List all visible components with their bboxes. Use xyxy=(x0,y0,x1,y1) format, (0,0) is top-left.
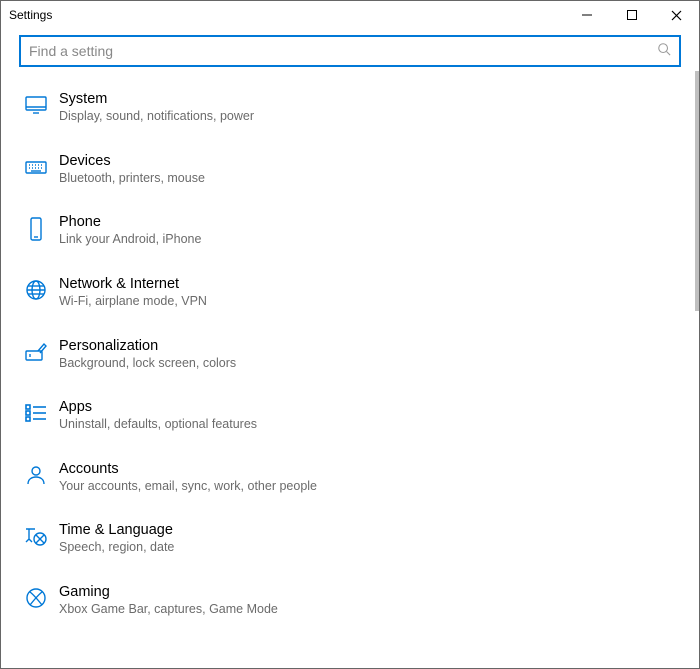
scrollbar[interactable] xyxy=(693,71,699,668)
apps-list-icon xyxy=(19,399,53,425)
category-desc: Speech, region, date xyxy=(59,540,174,556)
category-desc: Your accounts, email, sync, work, other … xyxy=(59,479,317,495)
maximize-button[interactable] xyxy=(609,1,654,29)
content-area: System Display, sound, notifications, pow… xyxy=(1,71,699,668)
titlebar: Settings xyxy=(1,1,699,29)
category-text: System Display, sound, notifications, pow… xyxy=(53,91,254,125)
category-name: Apps xyxy=(59,399,257,415)
globe-icon xyxy=(19,276,53,302)
time-language-icon xyxy=(19,522,53,548)
category-name: Time & Language xyxy=(59,522,174,538)
category-name: Personalization xyxy=(59,338,236,354)
category-apps[interactable]: Apps Uninstall, defaults, optional featur… xyxy=(19,385,691,447)
close-button[interactable] xyxy=(654,1,699,29)
category-desc: Link your Android, iPhone xyxy=(59,232,201,248)
category-desc: Bluetooth, printers, mouse xyxy=(59,171,205,187)
scrollbar-thumb[interactable] xyxy=(695,71,699,311)
category-text: Network & Internet Wi-Fi, airplane mode, … xyxy=(53,276,207,310)
category-accounts[interactable]: Accounts Your accounts, email, sync, work… xyxy=(19,447,691,509)
category-devices[interactable]: Devices Bluetooth, printers, mouse xyxy=(19,139,691,201)
category-name: Accounts xyxy=(59,461,317,477)
category-phone[interactable]: Phone Link your Android, iPhone xyxy=(19,200,691,262)
person-icon xyxy=(19,461,53,487)
category-network[interactable]: Network & Internet Wi-Fi, airplane mode, … xyxy=(19,262,691,324)
keyboard-icon xyxy=(19,153,53,179)
search-wrap xyxy=(1,29,699,71)
category-desc: Display, sound, notifications, power xyxy=(59,109,254,125)
category-text: Accounts Your accounts, email, sync, work… xyxy=(53,461,317,495)
category-system[interactable]: System Display, sound, notifications, pow… xyxy=(19,77,691,139)
category-list: System Display, sound, notifications, pow… xyxy=(1,71,691,632)
category-name: Phone xyxy=(59,214,201,230)
category-text: Time & Language Speech, region, date xyxy=(53,522,174,556)
search-icon xyxy=(657,42,671,61)
category-text: Personalization Background, lock screen, … xyxy=(53,338,236,372)
window-title: Settings xyxy=(9,8,52,22)
search-box[interactable] xyxy=(19,35,681,67)
category-name: Gaming xyxy=(59,584,278,600)
category-gaming[interactable]: Gaming Xbox Game Bar, captures, Game Mode xyxy=(19,570,691,632)
category-desc: Wi-Fi, airplane mode, VPN xyxy=(59,294,207,310)
xbox-icon xyxy=(19,584,53,610)
category-text: Gaming Xbox Game Bar, captures, Game Mode xyxy=(53,584,278,618)
category-personalization[interactable]: Personalization Background, lock screen, … xyxy=(19,324,691,386)
category-text: Apps Uninstall, defaults, optional featur… xyxy=(53,399,257,433)
monitor-icon xyxy=(19,91,53,117)
category-text: Devices Bluetooth, printers, mouse xyxy=(53,153,205,187)
category-name: System xyxy=(59,91,254,107)
category-time[interactable]: Time & Language Speech, region, date xyxy=(19,508,691,570)
category-text: Phone Link your Android, iPhone xyxy=(53,214,201,248)
category-name: Devices xyxy=(59,153,205,169)
paintbrush-icon xyxy=(19,338,53,364)
category-name: Network & Internet xyxy=(59,276,207,292)
settings-window: Settings SystemDispl xyxy=(0,0,700,669)
search-input[interactable] xyxy=(29,43,657,59)
category-desc: Background, lock screen, colors xyxy=(59,356,236,372)
category-desc: Uninstall, defaults, optional features xyxy=(59,417,257,433)
phone-icon xyxy=(19,214,53,242)
category-desc: Xbox Game Bar, captures, Game Mode xyxy=(59,602,278,618)
minimize-button[interactable] xyxy=(564,1,609,29)
window-controls xyxy=(564,1,699,29)
